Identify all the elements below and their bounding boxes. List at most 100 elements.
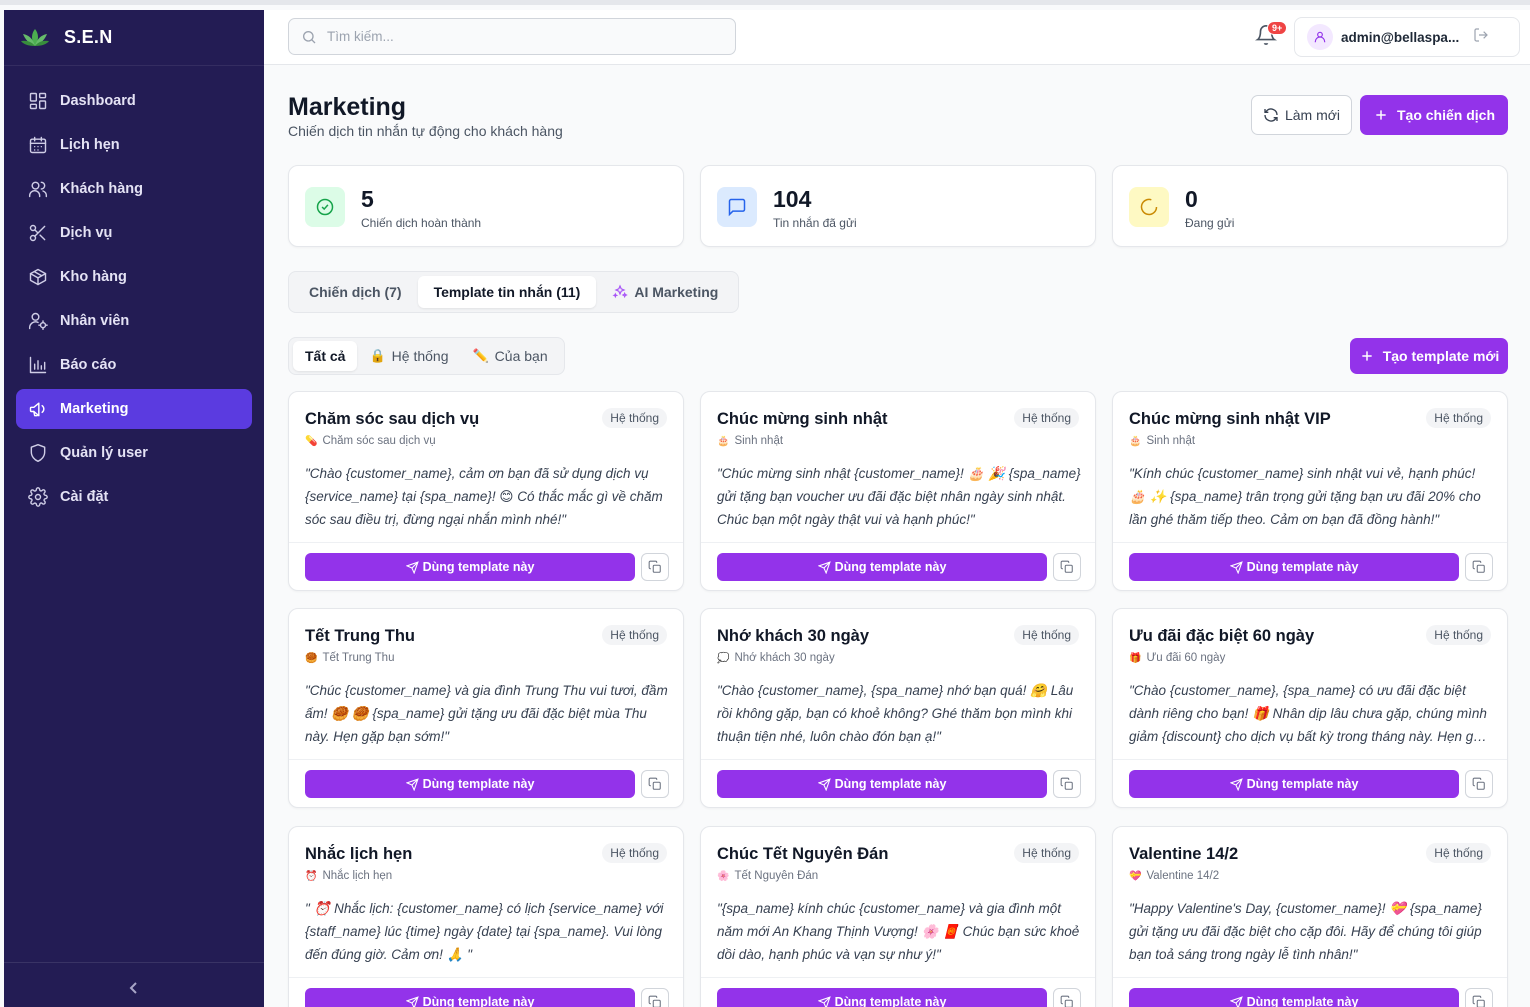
search-input[interactable] xyxy=(327,29,707,44)
use-template-button[interactable]: Dùng template này xyxy=(1129,988,1459,1007)
copy-icon xyxy=(1472,995,1485,1007)
brand[interactable]: S.E.N xyxy=(4,10,264,66)
use-template-button[interactable]: Dùng template này xyxy=(305,553,635,581)
brand-name: S.E.N xyxy=(64,27,113,47)
use-template-button[interactable]: Dùng template này xyxy=(1129,553,1459,581)
user-icon xyxy=(1314,31,1326,43)
logout-button[interactable] xyxy=(1473,27,1489,48)
stat-icon-box xyxy=(717,187,757,227)
create-template-button[interactable]: Tạo template mới xyxy=(1350,338,1508,374)
sidebar-collapse-button[interactable] xyxy=(4,962,264,1007)
template-title: Ưu đãi đặc biệt 60 ngày xyxy=(1129,627,1315,645)
copy-template-button[interactable] xyxy=(1465,988,1493,1007)
template-card: Nhắc lịch hẹn Hệ thống ⏰ Nhắc lịch hẹn " ⏰ N… xyxy=(288,826,684,1007)
use-template-label: Dùng template này xyxy=(1246,560,1359,574)
copy-template-button[interactable] xyxy=(641,988,669,1007)
sidebar-item-services[interactable]: Dịch vụ xyxy=(16,213,252,253)
stat-caption: Đang gửi xyxy=(1185,216,1235,230)
filter-yours[interactable]: ✏️ Của bạn xyxy=(460,341,559,371)
sidebar-item-user-management[interactable]: Quản lý user xyxy=(16,433,252,473)
sidebar-item-dashboard[interactable]: Dashboard xyxy=(16,81,252,121)
template-title: Valentine 14/2 xyxy=(1129,845,1239,863)
lock-icon: 🔒 xyxy=(369,348,386,363)
category-emoji-icon: 🥮 xyxy=(305,653,318,664)
pencil-icon: ✏️ xyxy=(472,348,489,363)
stat-value: 0 xyxy=(1185,186,1198,212)
topbar: 9+ admin@bellaspa... xyxy=(264,10,1530,65)
category-label: Valentine 14/2 xyxy=(1146,870,1220,882)
template-source-badge: Hệ thống xyxy=(1014,625,1079,645)
sidebar-item-label: Marketing xyxy=(60,401,129,417)
sidebar-item-reports[interactable]: Báo cáo xyxy=(16,345,252,385)
copy-template-button[interactable] xyxy=(1053,770,1081,798)
copy-template-button[interactable] xyxy=(1053,988,1081,1007)
sidebar-item-settings[interactable]: Cài đặt xyxy=(16,477,252,517)
template-card: Nhớ khách 30 ngày Hệ thống 💭 Nhớ khách 30 n… xyxy=(700,608,1096,808)
use-template-button[interactable]: Dùng template này xyxy=(717,770,1047,798)
sidebar-item-staff[interactable]: Nhân viên xyxy=(16,301,252,341)
template-title: Nhớ khách 30 ngày xyxy=(717,627,870,645)
category-emoji-icon: 💝 xyxy=(1129,871,1142,882)
use-template-button[interactable]: Dùng template này xyxy=(305,770,635,798)
card-divider xyxy=(1113,759,1507,760)
stat-value: 5 xyxy=(361,186,374,212)
card-divider xyxy=(701,542,1095,543)
app-frame: S.E.N Dashboard Lịch hẹn Khách hàng Dịch… xyxy=(0,0,1530,1007)
create-campaign-button[interactable]: Tạo chiến dịch xyxy=(1360,95,1508,135)
filter-all[interactable]: Tất cả xyxy=(293,341,358,371)
template-title: Nhắc lịch hẹn xyxy=(305,845,413,863)
stat-caption: Chiến dịch hoàn thành xyxy=(361,216,482,230)
copy-template-button[interactable] xyxy=(641,770,669,798)
page-title: Marketing xyxy=(288,93,407,121)
use-template-button[interactable]: Dùng template này xyxy=(305,988,635,1007)
category-label: Ưu đãi 60 ngày xyxy=(1146,652,1226,664)
template-body: " ⏰ Nhắc lịch: {customer_name} có lịch {… xyxy=(305,901,664,962)
sidebar-item-appointments[interactable]: Lịch hẹn xyxy=(16,125,252,165)
use-template-button[interactable]: Dùng template này xyxy=(717,988,1047,1007)
template-body: "Happy Valentine's Day, {customer_name}!… xyxy=(1129,901,1482,962)
page-subtitle: Chiến dịch tin nhắn tự động cho khách hà… xyxy=(288,123,563,139)
avatar xyxy=(1307,24,1333,50)
user-menu[interactable]: admin@bellaspa... xyxy=(1294,17,1520,57)
refresh-button[interactable]: Làm mới xyxy=(1251,95,1352,135)
tab-message-templates[interactable]: Template tin nhắn (11) xyxy=(417,276,597,308)
filter-system[interactable]: 🔒 Hệ thống xyxy=(357,341,460,371)
user-email: admin@bellaspa... xyxy=(1341,29,1459,45)
copy-icon xyxy=(1472,560,1485,573)
tab-ai-marketing[interactable]: AI Marketing xyxy=(596,276,734,308)
use-template-button[interactable]: Dùng template này xyxy=(1129,770,1459,798)
card-divider xyxy=(289,759,683,760)
stat-card-sending: 0 Đang gửi xyxy=(1112,165,1508,247)
copy-template-button[interactable] xyxy=(1053,553,1081,581)
main-tabs: Chiến dịch (7) Template tin nhắn (11) AI… xyxy=(288,271,740,313)
stat-card-sent: 104 Tin nhắn đã gửi xyxy=(700,165,1096,247)
template-body: "Chúc mừng sinh nhật {customer_name}! 🎂 … xyxy=(717,466,1081,527)
template-title: Chúc Tết Nguyên Đán xyxy=(717,845,889,863)
notification-button[interactable]: 9+ xyxy=(1255,21,1288,50)
template-filters: Tất cả 🔒 Hệ thống ✏️ Của bạn xyxy=(288,337,565,375)
filter-label: Hệ thống xyxy=(391,348,449,364)
copy-template-button[interactable] xyxy=(641,553,669,581)
sidebar-item-marketing[interactable]: Marketing xyxy=(16,389,252,429)
template-body: "Chào {customer_name}, {spa_name} có ưu … xyxy=(1129,683,1489,744)
template-title: Chúc mừng sinh nhật xyxy=(717,410,888,428)
use-template-button[interactable]: Dùng template này xyxy=(717,553,1047,581)
search-icon xyxy=(303,30,316,43)
copy-template-button[interactable] xyxy=(1465,553,1493,581)
sidebar-item-customers[interactable]: Khách hàng xyxy=(16,169,252,209)
sidebar-item-label: Kho hàng xyxy=(60,269,127,285)
package-icon xyxy=(29,268,47,286)
copy-template-button[interactable] xyxy=(1465,770,1493,798)
use-template-label: Dùng template này xyxy=(1246,995,1359,1007)
template-body: "Chúc {customer_name} và gia đình Trung … xyxy=(305,683,668,744)
card-divider xyxy=(289,542,683,543)
sidebar-item-inventory[interactable]: Kho hàng xyxy=(16,257,252,297)
template-source-badge: Hệ thống xyxy=(1014,408,1079,428)
send-icon xyxy=(405,995,419,1007)
sidebar: S.E.N Dashboard Lịch hẹn Khách hàng Dịch… xyxy=(4,10,264,1007)
template-card: Chúc Tết Nguyên Đán Hệ thống 🌸 Tết Nguyên Đ… xyxy=(700,826,1096,1007)
copy-icon xyxy=(648,777,661,790)
search-box[interactable] xyxy=(288,18,736,55)
tab-campaigns[interactable]: Chiến dịch (7) xyxy=(293,276,418,308)
template-body: "{spa_name} kính chúc {customer_name} và… xyxy=(717,901,1080,962)
